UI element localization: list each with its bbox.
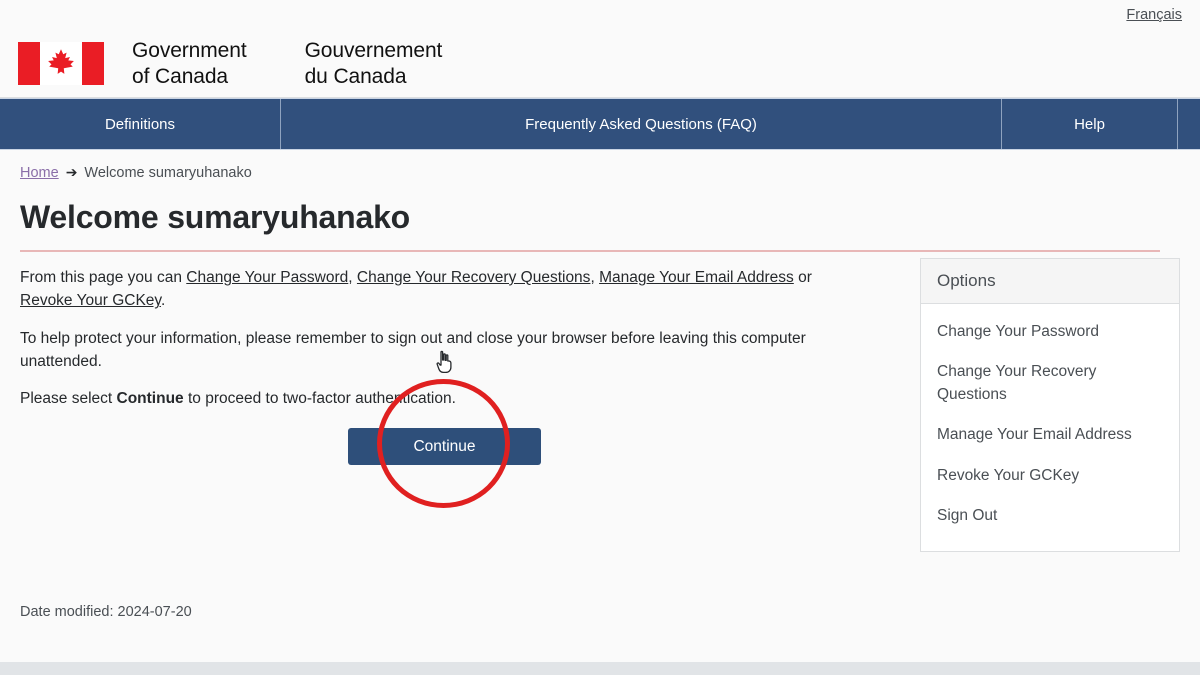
nav-item-faq-label: Frequently Asked Questions (FAQ) — [525, 115, 757, 133]
wordmark-en-line2: of Canada — [132, 64, 229, 88]
page-title: Welcome sumaryuhanako — [20, 199, 411, 235]
continue-button-row: Continue — [20, 428, 868, 466]
link-change-your-password[interactable]: Change Your Password — [186, 269, 348, 286]
nav-item-faq[interactable]: Frequently Asked Questions (FAQ) — [281, 99, 1002, 149]
link-change-your-recovery-questions[interactable]: Change Your Recovery Questions — [357, 269, 591, 286]
option-item-label: Change Your Recovery Questions — [937, 363, 1097, 403]
breadcrumb: Home ➔ Welcome sumaryuhanako — [0, 150, 1200, 181]
option-item-revoke-gckey[interactable]: Revoke Your GCKey — [921, 456, 1179, 496]
wordmark-french: Gouvernement du Canada — [305, 38, 443, 89]
option-item-manage-email-address[interactable]: Manage Your Email Address — [921, 415, 1179, 455]
breadcrumb-arrow-icon: ➔ — [65, 164, 78, 180]
link-revoke-your-gckey[interactable]: Revoke Your GCKey — [20, 292, 161, 309]
option-item-change-recovery-questions[interactable]: Change Your Recovery Questions — [921, 352, 1179, 415]
link-manage-your-email-address[interactable]: Manage Your Email Address — [599, 269, 794, 286]
option-item-sign-out[interactable]: Sign Out — [921, 496, 1179, 536]
option-item-change-password[interactable]: Change Your Password — [921, 312, 1179, 352]
intro-sep-1: , — [348, 269, 357, 286]
nav-item-definitions[interactable]: Definitions — [0, 99, 281, 149]
main-column: From this page you can Change Your Passw… — [20, 252, 868, 466]
continue-prompt-paragraph: Please select Continue to proceed to two… — [20, 387, 868, 410]
breadcrumb-current: Welcome sumaryuhanako — [84, 164, 252, 181]
continue-prompt-bold: Continue — [116, 390, 184, 407]
option-item-label: Change Your Password — [937, 323, 1100, 340]
security-notice-paragraph: To help protect your information, please… — [20, 329, 806, 370]
wordmark-fr-line2: du Canada — [304, 64, 407, 88]
nav-item-help[interactable]: Help — [1002, 99, 1178, 149]
page-root: Français Government of Canada Gouverneme… — [0, 0, 1200, 675]
nav-item-definitions-label: Definitions — [104, 115, 176, 133]
date-modified: Date modified: 2024-07-20 — [20, 604, 192, 620]
continue-prompt-before: Please select — [20, 390, 117, 407]
option-item-label: Manage Your Email Address — [937, 426, 1132, 444]
wordmark-en-line1: Government — [132, 38, 247, 62]
option-item-label: Sign Out — [937, 507, 998, 525]
language-bar: Français — [0, 0, 1200, 30]
language-toggle-link[interactable]: Français — [1126, 0, 1182, 25]
continue-button[interactable]: Continue — [348, 428, 541, 466]
government-of-canada-wordmark: Government of Canada Gouvernement du Can… — [132, 38, 442, 89]
wordmark-english: Government of Canada — [132, 38, 247, 89]
intro-lead-text: From this page you can — [20, 269, 187, 286]
page-content: Welcome sumaryuhanako From this page you… — [0, 199, 1200, 552]
wordmark-fr-line1: Gouvernement — [304, 38, 443, 62]
options-panel-title: Options — [921, 259, 1179, 304]
nav-item-help-label: Help — [1074, 115, 1105, 133]
main-navigation: Definitions Frequently Asked Questions (… — [0, 98, 1200, 150]
options-panel: Options Change Your Password Change Your… — [920, 258, 1180, 552]
content-columns: From this page you can Change Your Passw… — [20, 252, 1180, 552]
breadcrumb-home-link[interactable]: Home — [20, 165, 59, 181]
canada-flag-icon — [18, 42, 104, 85]
continue-prompt-after: to proceed to two-factor authentication. — [183, 390, 456, 407]
options-list: Change Your Password Change Your Recover… — [921, 304, 1179, 551]
site-header: Government of Canada Gouvernement du Can… — [0, 30, 1200, 98]
intro-sep-2: , — [590, 269, 600, 286]
intro-sep-3: or — [793, 269, 812, 286]
option-item-label: Revoke Your GCKey — [937, 466, 1080, 484]
intro-end-text: . — [161, 292, 166, 310]
intro-paragraph: From this page you can Change Your Passw… — [20, 266, 868, 313]
footer-band — [0, 662, 1200, 675]
